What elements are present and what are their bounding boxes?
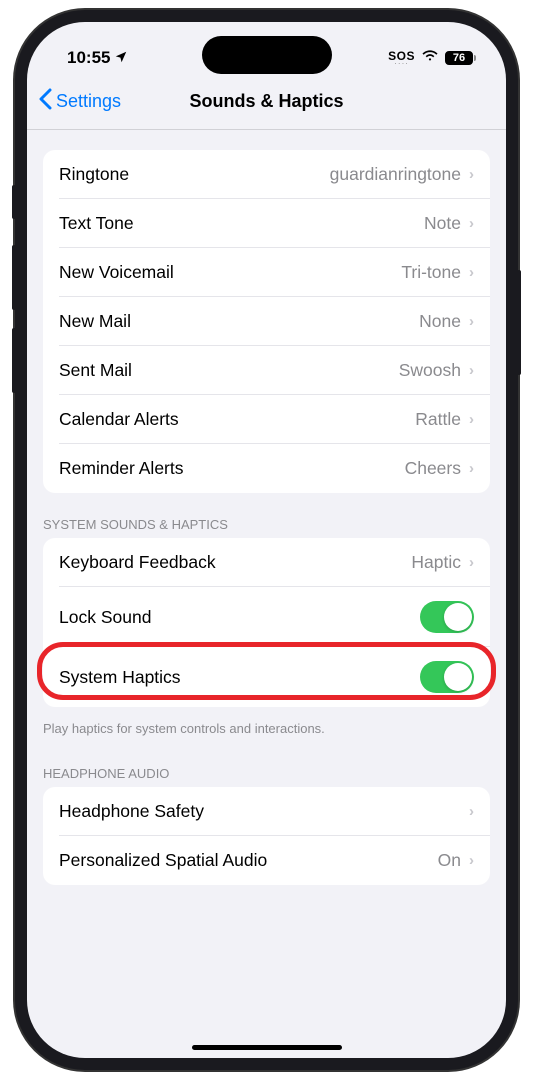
chevron-right-icon: › (469, 264, 474, 281)
content-area[interactable]: Ringtone guardianringtone › Text Tone No… (27, 130, 506, 1054)
status-right: SOS ···· 76 (388, 49, 476, 68)
row-value: Rattle (415, 409, 461, 430)
row-text-tone[interactable]: Text Tone Note › (43, 199, 490, 248)
row-keyboard-feedback[interactable]: Keyboard Feedback Haptic › (43, 538, 490, 587)
row-sent-mail[interactable]: Sent Mail Swoosh › (43, 346, 490, 395)
headphone-section-header: HEADPHONE AUDIO (27, 760, 506, 787)
row-value: guardianringtone (330, 164, 461, 185)
row-new-mail[interactable]: New Mail None › (43, 297, 490, 346)
row-spatial-audio[interactable]: Personalized Spatial Audio On › (43, 836, 490, 885)
chevron-right-icon: › (469, 411, 474, 428)
screen: 10:55 SOS ···· 76 (27, 22, 506, 1058)
volume-up-button (12, 245, 16, 310)
chevron-right-icon: › (469, 313, 474, 330)
row-value: Note (424, 213, 461, 234)
dynamic-island (202, 36, 332, 74)
row-value: On (438, 850, 461, 871)
row-label: Ringtone (59, 164, 129, 185)
back-button[interactable]: Settings (39, 88, 121, 115)
system-haptics-toggle[interactable] (420, 661, 474, 693)
row-value: Haptic (411, 552, 461, 573)
row-value: Swoosh (399, 360, 461, 381)
row-new-voicemail[interactable]: New Voicemail Tri-tone › (43, 248, 490, 297)
status-time-area: 10:55 (67, 48, 128, 68)
row-ringtone[interactable]: Ringtone guardianringtone › (43, 150, 490, 199)
row-label: Text Tone (59, 213, 134, 234)
row-value: Tri-tone (401, 262, 461, 283)
sos-indicator: SOS ···· (388, 50, 415, 66)
system-group: Keyboard Feedback Haptic › Lock Sound (43, 538, 490, 707)
status-time: 10:55 (67, 48, 110, 68)
row-value: None (419, 311, 461, 332)
row-label: Lock Sound (59, 607, 151, 628)
row-value: Cheers (405, 458, 461, 479)
page-title: Sounds & Haptics (189, 91, 343, 112)
battery-indicator: 76 (445, 51, 476, 65)
phone-frame: 10:55 SOS ···· 76 (15, 10, 518, 1070)
chevron-right-icon: › (469, 803, 474, 820)
mute-switch (12, 185, 16, 219)
chevron-left-icon (39, 88, 52, 115)
back-label: Settings (56, 91, 121, 112)
row-label: Headphone Safety (59, 801, 204, 822)
chevron-right-icon: › (469, 166, 474, 183)
row-system-haptics: System Haptics (43, 647, 490, 707)
row-label: Calendar Alerts (59, 409, 179, 430)
chevron-right-icon: › (469, 215, 474, 232)
system-section-header: SYSTEM SOUNDS & HAPTICS (27, 511, 506, 538)
location-icon (114, 50, 128, 67)
chevron-right-icon: › (469, 362, 474, 379)
row-label: Sent Mail (59, 360, 132, 381)
home-indicator[interactable] (192, 1045, 342, 1050)
row-label: New Voicemail (59, 262, 174, 283)
headphone-group: Headphone Safety › Personalized Spatial … (43, 787, 490, 885)
row-label: Personalized Spatial Audio (59, 850, 267, 871)
row-headphone-safety[interactable]: Headphone Safety › (43, 787, 490, 836)
sounds-group: Ringtone guardianringtone › Text Tone No… (43, 150, 490, 493)
row-lock-sound: Lock Sound (43, 587, 490, 647)
nav-bar: Settings Sounds & Haptics (27, 78, 506, 130)
chevron-right-icon: › (469, 554, 474, 571)
wifi-icon (421, 49, 439, 68)
chevron-right-icon: › (469, 460, 474, 477)
row-calendar-alerts[interactable]: Calendar Alerts Rattle › (43, 395, 490, 444)
row-label: Reminder Alerts (59, 458, 184, 479)
row-reminder-alerts[interactable]: Reminder Alerts Cheers › (43, 444, 490, 493)
chevron-right-icon: › (469, 852, 474, 869)
volume-down-button (12, 328, 16, 393)
lock-sound-toggle[interactable] (420, 601, 474, 633)
system-section-footer: Play haptics for system controls and int… (27, 715, 506, 742)
power-button (517, 270, 521, 375)
row-label: Keyboard Feedback (59, 552, 216, 573)
row-label: New Mail (59, 311, 131, 332)
row-label: System Haptics (59, 667, 181, 688)
